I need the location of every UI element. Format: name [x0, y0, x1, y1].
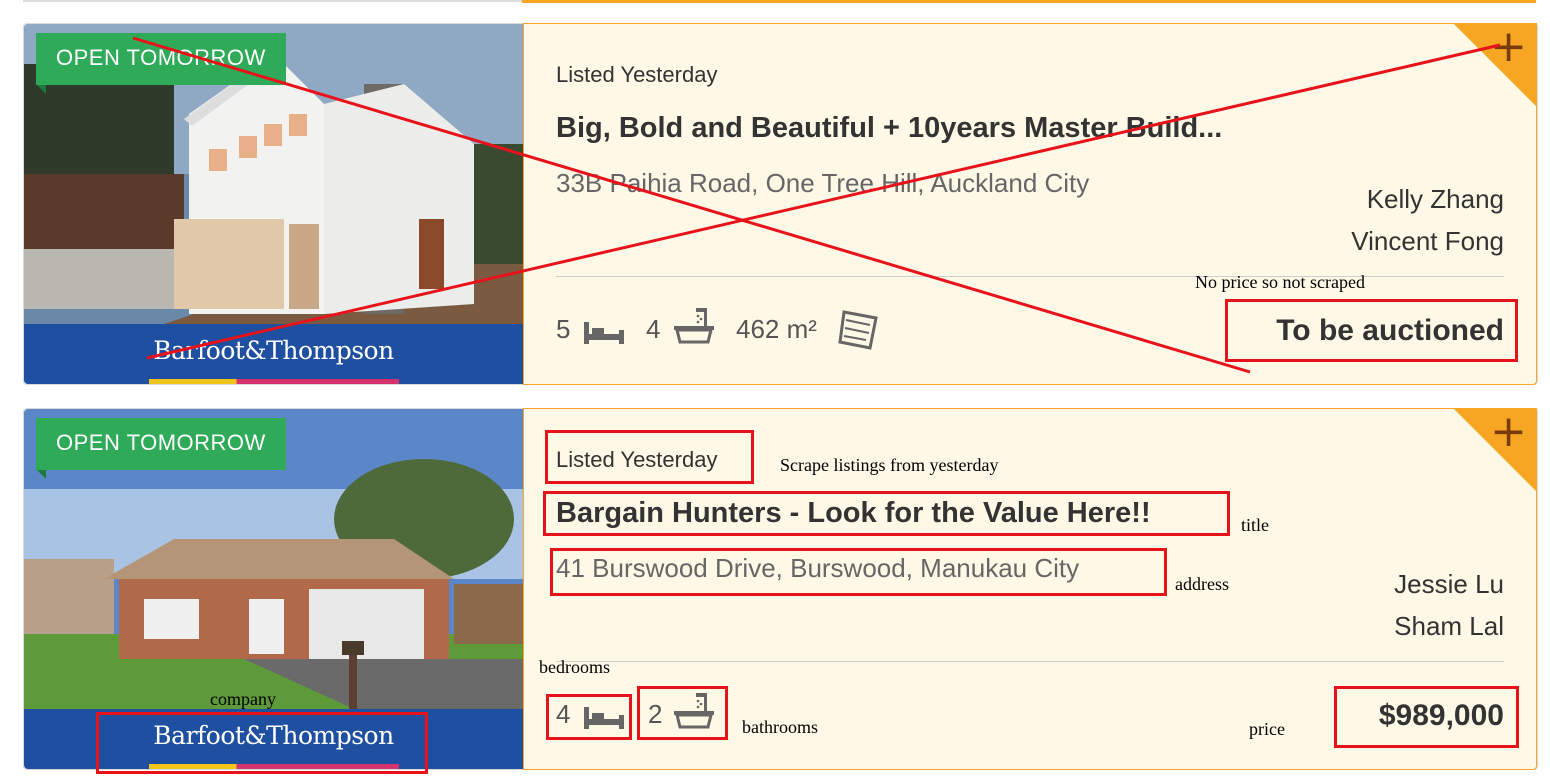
annotation-box-price-1: [1225, 299, 1518, 362]
annotation-box-company: [96, 712, 428, 774]
annotation-note: Scrape listings from yesterday: [780, 455, 999, 475]
annotation-note: company: [210, 689, 276, 709]
annotation-note: title: [1241, 515, 1269, 535]
annotation-box-title: [543, 491, 1230, 536]
annotation-note: price: [1249, 719, 1285, 739]
annotation-box-bathrooms: [637, 686, 728, 740]
cross-out-overlay: [132, 36, 1501, 374]
annotation-note: bedrooms: [539, 657, 610, 677]
annotation-box-address: [550, 548, 1167, 596]
annotation-note: No price so not scraped: [1195, 272, 1365, 292]
annotation-box-bedrooms: [546, 694, 632, 740]
annotation-note: address: [1175, 574, 1229, 594]
annotation-note: bathrooms: [742, 717, 818, 737]
annotation-box-price-2: [1334, 686, 1519, 748]
annotation-box-listed: [545, 430, 754, 484]
